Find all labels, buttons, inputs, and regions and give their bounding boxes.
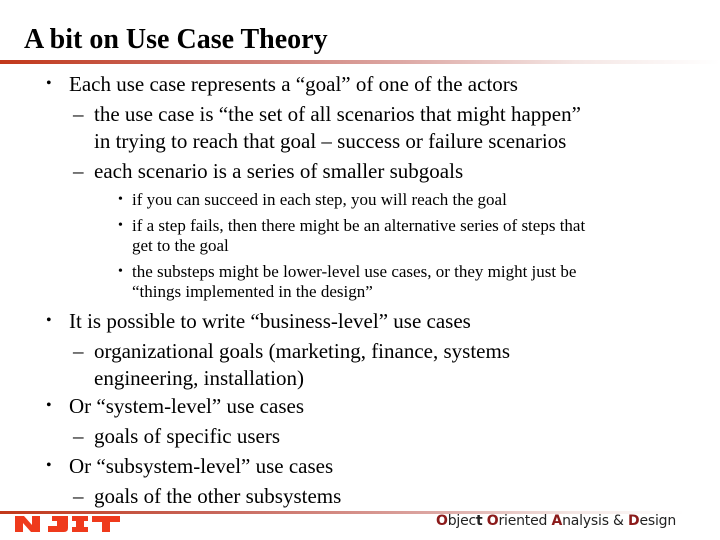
course-title-initial: D [628,513,640,529]
bullet-marker: • [46,457,52,474]
bullet-marker: • [46,312,52,329]
dash-marker: – [73,424,84,448]
bullet-level-3-text: the substeps might be lower-level use ca… [132,262,577,281]
bullet-level-2-text: the use case is “the set of all scenario… [94,102,581,126]
bullet-marker: • [46,75,52,92]
logo-letter-t [92,516,120,532]
bullet-level-1-text: It is possible to write “business-level”… [69,309,471,333]
logo-letter-n [15,516,40,532]
bullet-level-2-text: engineering, installation) [94,366,304,390]
dash-marker: – [73,102,84,126]
bullet-level-2-text: goals of specific users [94,424,281,448]
bullet-level-3-text: get to the goal [132,236,229,255]
course-title: Object Oriented Analysis & Design [436,513,676,529]
bullet-level-1-text: Or “subsystem-level” use cases [69,454,334,478]
course-title-part: bjec [447,513,476,529]
slide-title: A bit on Use Case Theory [24,24,328,55]
bullet-level-1-text: Or “system-level” use cases [69,394,304,418]
bullet-level-3-text: if you can succeed in each step, you wil… [132,190,507,209]
dash-marker: – [73,339,84,363]
bullet-level-1-text: Each use case represents a “goal” of one… [69,72,518,96]
bullet-level-3-text: “things implemented in the design” [132,282,373,301]
course-title-part: nalysis & [562,513,629,529]
dash-marker: – [73,484,84,508]
bullet-marker: • [118,218,123,233]
bullet-level-2-text: in trying to reach that goal – success o… [94,129,567,153]
course-title-initial: O [486,513,499,529]
course-title-initial: A [551,513,563,529]
dash-marker: – [73,159,84,183]
logo-letter-i [72,516,88,532]
course-title-part: esign [639,513,677,529]
bullet-level-2-text: each scenario is a series of smaller sub… [94,159,464,183]
bullet-level-2-text: goals of the other subsystems [94,484,342,508]
bullet-marker: • [118,192,123,207]
logo-letter-j [48,516,68,532]
bullet-level-3-text: if a step fails, then there might be an … [132,216,586,235]
njit-logo [15,516,120,532]
bullet-marker: • [118,264,123,279]
title-underline [0,60,720,64]
course-title-part: t [476,513,483,529]
course-title-initial: O [436,513,448,529]
course-title-part: riented [498,513,552,529]
bullet-level-2-text: organizational goals (marketing, finance… [94,339,510,363]
bullet-marker: • [46,397,52,414]
